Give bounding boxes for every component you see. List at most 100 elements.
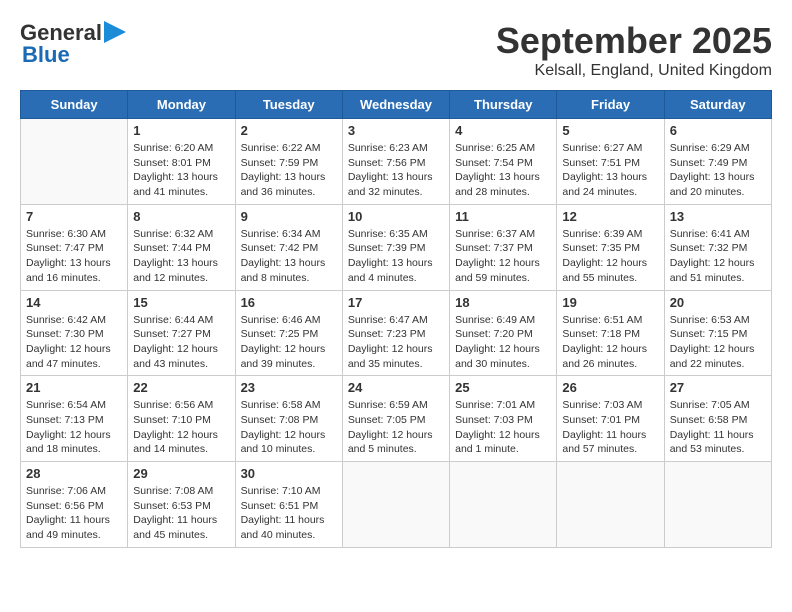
calendar-cell: 29 Sunrise: 7:08 AMSunset: 6:53 PMDayligh… (128, 462, 235, 548)
calendar-cell: 16 Sunrise: 6:46 AMSunset: 7:25 PMDayligh… (235, 290, 342, 376)
day-info: Sunrise: 6:22 AMSunset: 7:59 PMDaylight:… (241, 141, 337, 200)
calendar-week-row: 21 Sunrise: 6:54 AMSunset: 7:13 PMDayligh… (21, 376, 772, 462)
month-title: September 2025 (496, 20, 772, 62)
calendar-cell: 17 Sunrise: 6:47 AMSunset: 7:23 PMDayligh… (342, 290, 449, 376)
day-info: Sunrise: 6:32 AMSunset: 7:44 PMDaylight:… (133, 227, 229, 286)
calendar-cell: 12 Sunrise: 6:39 AMSunset: 7:35 PMDayligh… (557, 204, 664, 290)
day-info: Sunrise: 7:10 AMSunset: 6:51 PMDaylight:… (241, 484, 337, 543)
calendar-week-row: 1 Sunrise: 6:20 AMSunset: 8:01 PMDaylight… (21, 119, 772, 205)
day-number: 27 (670, 380, 766, 395)
day-info: Sunrise: 6:20 AMSunset: 8:01 PMDaylight:… (133, 141, 229, 200)
day-number: 24 (348, 380, 444, 395)
day-info: Sunrise: 7:01 AMSunset: 7:03 PMDaylight:… (455, 398, 551, 457)
logo-arrow-icon (104, 21, 126, 43)
day-info: Sunrise: 6:47 AMSunset: 7:23 PMDaylight:… (348, 313, 444, 372)
calendar-cell: 30Sunrise: 7:10 AMSunset: 6:51 PMDayligh… (235, 462, 342, 548)
weekday-header: Wednesday (342, 91, 449, 119)
calendar-cell: 18Sunrise: 6:49 AMSunset: 7:20 PMDayligh… (450, 290, 557, 376)
day-number: 19 (562, 295, 658, 310)
location-title: Kelsall, England, United Kingdom (496, 62, 772, 80)
day-info: Sunrise: 6:46 AMSunset: 7:25 PMDaylight:… (241, 313, 337, 372)
logo: General Blue (20, 20, 126, 68)
calendar-cell: 6Sunrise: 6:29 AMSunset: 7:49 PMDaylight… (664, 119, 771, 205)
header: General Blue September 2025 Kelsall, Eng… (20, 20, 772, 80)
calendar-cell: 22 Sunrise: 6:56 AMSunset: 7:10 PMDayligh… (128, 376, 235, 462)
day-number: 8 (133, 209, 229, 224)
day-number: 6 (670, 123, 766, 138)
calendar-cell: 26 Sunrise: 7:03 AMSunset: 7:01 PMDayligh… (557, 376, 664, 462)
day-number: 10 (348, 209, 444, 224)
day-number: 23 (241, 380, 337, 395)
calendar-cell: 28 Sunrise: 7:06 AMSunset: 6:56 PMDayligh… (21, 462, 128, 548)
day-info: Sunrise: 6:56 AMSunset: 7:10 PMDaylight:… (133, 398, 229, 457)
day-number: 4 (455, 123, 551, 138)
calendar-cell: 25 Sunrise: 7:01 AMSunset: 7:03 PMDayligh… (450, 376, 557, 462)
day-info: Sunrise: 6:35 AMSunset: 7:39 PMDaylight:… (348, 227, 444, 286)
calendar-cell: 19 Sunrise: 6:51 AMSunset: 7:18 PMDayligh… (557, 290, 664, 376)
day-number: 18 (455, 295, 551, 310)
day-info: Sunrise: 6:37 AMSunset: 7:37 PMDaylight:… (455, 227, 551, 286)
day-info: Sunrise: 6:44 AMSunset: 7:27 PMDaylight:… (133, 313, 229, 372)
calendar-week-row: 14 Sunrise: 6:42 AMSunset: 7:30 PMDayligh… (21, 290, 772, 376)
day-number: 13 (670, 209, 766, 224)
calendar-cell: 27 Sunrise: 7:05 AMSunset: 6:58 PMDayligh… (664, 376, 771, 462)
day-number: 25 (455, 380, 551, 395)
day-info: Sunrise: 6:39 AMSunset: 7:35 PMDaylight:… (562, 227, 658, 286)
day-info: Sunrise: 6:23 AMSunset: 7:56 PMDaylight:… (348, 141, 444, 200)
calendar-cell (342, 462, 449, 548)
calendar-cell: 21 Sunrise: 6:54 AMSunset: 7:13 PMDayligh… (21, 376, 128, 462)
calendar-cell: 7 Sunrise: 6:30 AMSunset: 7:47 PMDaylight… (21, 204, 128, 290)
day-number: 26 (562, 380, 658, 395)
day-info: Sunrise: 7:05 AMSunset: 6:58 PMDaylight:… (670, 398, 766, 457)
calendar-cell: 11 Sunrise: 6:37 AMSunset: 7:37 PMDayligh… (450, 204, 557, 290)
day-number: 11 (455, 209, 551, 224)
day-number: 14 (26, 295, 122, 310)
title-area: September 2025 Kelsall, England, United … (496, 20, 772, 80)
calendar-cell: 2 Sunrise: 6:22 AMSunset: 7:59 PMDaylight… (235, 119, 342, 205)
day-number: 1 (133, 123, 229, 138)
day-number: 12 (562, 209, 658, 224)
day-number: 17 (348, 295, 444, 310)
day-info: Sunrise: 7:06 AMSunset: 6:56 PMDaylight:… (26, 484, 122, 543)
day-info: Sunrise: 6:30 AMSunset: 7:47 PMDaylight:… (26, 227, 122, 286)
calendar: SundayMondayTuesdayWednesdayThursdayFrid… (20, 90, 772, 548)
day-info: Sunrise: 6:34 AMSunset: 7:42 PMDaylight:… (241, 227, 337, 286)
weekday-header: Thursday (450, 91, 557, 119)
calendar-cell: 8 Sunrise: 6:32 AMSunset: 7:44 PMDaylight… (128, 204, 235, 290)
calendar-cell: 20Sunrise: 6:53 AMSunset: 7:15 PMDayligh… (664, 290, 771, 376)
calendar-cell: 13 Sunrise: 6:41 AMSunset: 7:32 PMDayligh… (664, 204, 771, 290)
calendar-cell: 15Sunrise: 6:44 AMSunset: 7:27 PMDayligh… (128, 290, 235, 376)
day-info: Sunrise: 6:54 AMSunset: 7:13 PMDaylight:… (26, 398, 122, 457)
day-number: 29 (133, 466, 229, 481)
calendar-cell (21, 119, 128, 205)
day-info: Sunrise: 7:08 AMSunset: 6:53 PMDaylight:… (133, 484, 229, 543)
logo-blue: Blue (22, 42, 70, 68)
day-number: 16 (241, 295, 337, 310)
calendar-cell: 3 Sunrise: 6:23 AMSunset: 7:56 PMDaylight… (342, 119, 449, 205)
day-number: 3 (348, 123, 444, 138)
day-number: 5 (562, 123, 658, 138)
day-info: Sunrise: 6:41 AMSunset: 7:32 PMDaylight:… (670, 227, 766, 286)
calendar-cell: 24 Sunrise: 6:59 AMSunset: 7:05 PMDayligh… (342, 376, 449, 462)
day-info: Sunrise: 7:03 AMSunset: 7:01 PMDaylight:… (562, 398, 658, 457)
calendar-week-row: 28 Sunrise: 7:06 AMSunset: 6:56 PMDayligh… (21, 462, 772, 548)
weekday-header: Monday (128, 91, 235, 119)
day-number: 28 (26, 466, 122, 481)
day-info: Sunrise: 6:42 AMSunset: 7:30 PMDaylight:… (26, 313, 122, 372)
day-info: Sunrise: 6:53 AMSunset: 7:15 PMDaylight:… (670, 313, 766, 372)
calendar-cell (557, 462, 664, 548)
day-number: 22 (133, 380, 229, 395)
day-info: Sunrise: 6:59 AMSunset: 7:05 PMDaylight:… (348, 398, 444, 457)
day-number: 7 (26, 209, 122, 224)
day-number: 2 (241, 123, 337, 138)
day-info: Sunrise: 6:58 AMSunset: 7:08 PMDaylight:… (241, 398, 337, 457)
calendar-week-row: 7 Sunrise: 6:30 AMSunset: 7:47 PMDaylight… (21, 204, 772, 290)
day-info: Sunrise: 6:51 AMSunset: 7:18 PMDaylight:… (562, 313, 658, 372)
calendar-cell: 14 Sunrise: 6:42 AMSunset: 7:30 PMDayligh… (21, 290, 128, 376)
calendar-cell: 23 Sunrise: 6:58 AMSunset: 7:08 PMDayligh… (235, 376, 342, 462)
calendar-cell: 1 Sunrise: 6:20 AMSunset: 8:01 PMDaylight… (128, 119, 235, 205)
calendar-cell (664, 462, 771, 548)
weekday-header: Sunday (21, 91, 128, 119)
day-number: 21 (26, 380, 122, 395)
day-number: 9 (241, 209, 337, 224)
